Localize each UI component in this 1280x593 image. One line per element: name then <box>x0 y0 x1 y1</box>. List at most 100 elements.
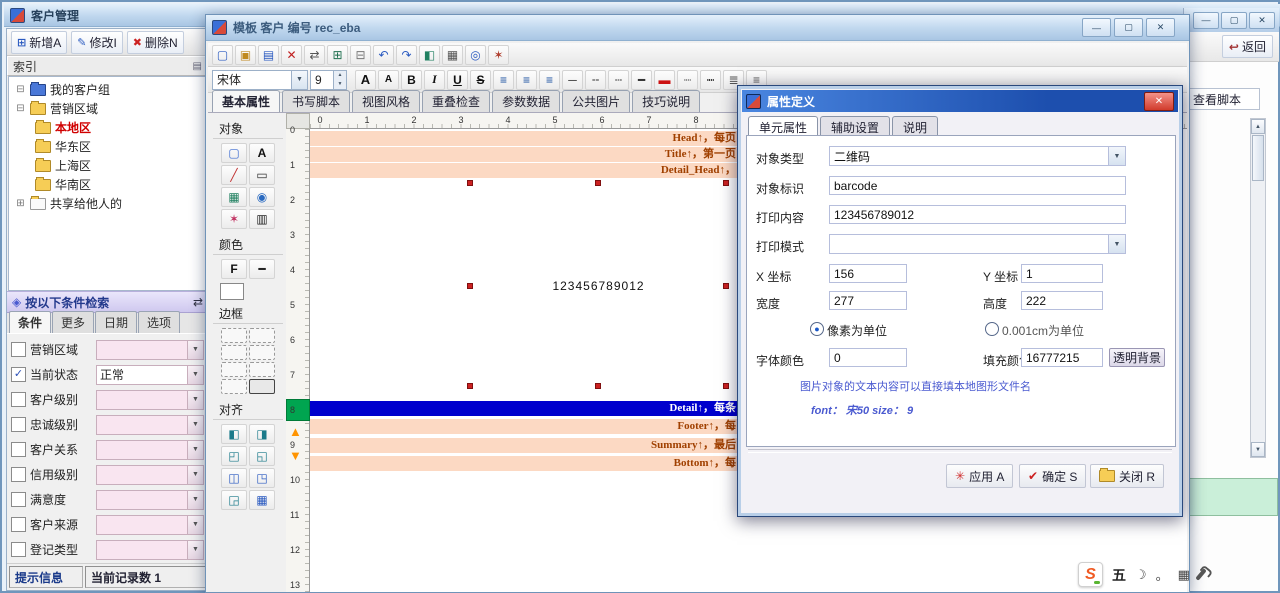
ime-toolbar[interactable]: S 五 ☽ 。 ▦ <box>1078 562 1203 587</box>
band-summary[interactable]: Summary↑，最后 <box>310 438 739 453</box>
tree-item-marketing-region[interactable]: ⊟ 营销区域 <box>9 99 206 118</box>
tab-tips[interactable]: 技巧说明 <box>632 90 700 112</box>
tab-parameter-data[interactable]: 参数数据 <box>492 90 560 112</box>
selection-handle[interactable] <box>723 180 729 186</box>
dialog-titlebar[interactable]: 属性定义 ✕ <box>742 90 1178 112</box>
preview-icon[interactable]: ◎ <box>465 45 486 65</box>
border-none-icon[interactable] <box>221 328 247 343</box>
filter-dropdown[interactable]: ▼ <box>96 515 204 535</box>
tab-write-script[interactable]: 书写脚本 <box>282 90 350 112</box>
border-top-icon[interactable] <box>249 328 275 343</box>
dropdown-arrow-icon[interactable]: ▼ <box>187 391 203 409</box>
line-color-icon[interactable]: ━ <box>249 259 275 279</box>
move-band-down-icon[interactable]: ▼ <box>289 449 302 462</box>
spin-down-icon[interactable]: ▼ <box>334 80 346 89</box>
moon-icon[interactable]: ☽ <box>1135 567 1147 583</box>
back-button[interactable]: ↩ 返回 <box>1222 35 1273 58</box>
tab-view-style[interactable]: 视图风格 <box>352 90 420 112</box>
filter-dropdown[interactable]: 正常▼ <box>96 365 204 385</box>
print-mode-select[interactable]: ▼ <box>829 234 1126 254</box>
font-shrink-icon[interactable]: A <box>378 70 399 90</box>
undo-icon[interactable]: ↶ <box>373 45 394 65</box>
dropdown-arrow-icon[interactable]: ▼ <box>1108 147 1125 165</box>
filter-dropdown[interactable]: ▼ <box>96 490 204 510</box>
expander-icon[interactable]: ⊞ <box>15 198 26 209</box>
x-coordinate-input[interactable]: 156 <box>829 264 907 283</box>
line-thick-icon[interactable]: ━ <box>631 70 652 90</box>
tab-overlap-check[interactable]: 重叠检查 <box>422 90 490 112</box>
index-grid-icon[interactable]: ▤ <box>193 61 202 72</box>
band-footer[interactable]: Footer↑，每 <box>310 419 739 434</box>
filter-checkbox[interactable] <box>11 442 26 457</box>
font-color-input[interactable]: 0 <box>829 348 907 367</box>
band-detail-head[interactable]: Detail_Head↑， <box>310 163 739 178</box>
scroll-up-icon[interactable]: ▲ <box>1251 119 1265 134</box>
transparent-background-button[interactable]: 透明背景 <box>1109 348 1165 367</box>
filter-dropdown[interactable]: ▼ <box>96 465 204 485</box>
dropdown-arrow-icon[interactable]: ▼ <box>187 491 203 509</box>
unit-pixel-radio[interactable]: ● <box>810 322 824 336</box>
font-family-select[interactable]: 宋体 ▼ <box>212 70 308 90</box>
tree-item-my-groups[interactable]: ⊟ 我的客户组 <box>9 80 206 99</box>
tree-item-east-region[interactable]: 华东区 <box>9 137 206 156</box>
rect-tool-icon[interactable]: ▭ <box>249 165 275 185</box>
dropdown-arrow-icon[interactable]: ▼ <box>187 416 203 434</box>
filter-checkbox[interactable] <box>11 542 26 557</box>
align-rights-icon[interactable]: ◨ <box>249 424 275 444</box>
border-inner-icon[interactable] <box>249 362 275 377</box>
close-button[interactable]: ✕ <box>1249 12 1275 29</box>
selection-handle[interactable] <box>467 383 473 389</box>
object-type-select[interactable]: 二维码 ▼ <box>829 146 1126 166</box>
border-bottom-icon[interactable] <box>221 362 247 377</box>
border-all-icon[interactable] <box>249 379 275 394</box>
height-input[interactable]: 222 <box>1021 291 1103 310</box>
align-center-v-icon[interactable]: ◳ <box>249 468 275 488</box>
close-icon[interactable]: ✕ <box>1144 92 1174 111</box>
delete-icon[interactable]: ✕ <box>281 45 302 65</box>
dropdown-arrow-icon[interactable]: ▼ <box>187 466 203 484</box>
filter-dropdown[interactable]: ▼ <box>96 415 204 435</box>
ruler-vertical[interactable]: ▲ ▼ 012345678910111213 <box>286 129 310 592</box>
selection-handle[interactable] <box>467 283 473 289</box>
dropdown-arrow-icon[interactable]: ▼ <box>1108 235 1125 253</box>
fill-color-input[interactable]: 16777215 <box>1021 348 1103 367</box>
add-object-icon[interactable]: ⊞ <box>327 45 348 65</box>
dropdown-arrow-icon[interactable]: ▼ <box>187 516 203 534</box>
filter-checkbox[interactable] <box>11 517 26 532</box>
modify-customer-button[interactable]: ✎ 修改I <box>71 31 123 54</box>
minimize-button[interactable]: — <box>1193 12 1219 29</box>
keyboard-icon[interactable]: ▦ <box>1178 567 1190 583</box>
save-icon[interactable]: ▤ <box>258 45 279 65</box>
line-dots2-icon[interactable]: ┈ <box>677 70 698 90</box>
sogou-logo[interactable]: S <box>1078 562 1103 587</box>
align-center-icon[interactable]: ≡ <box>516 70 537 90</box>
delete-customer-button[interactable]: ✖ 删除N <box>127 31 184 54</box>
border-outer-icon[interactable] <box>221 379 247 394</box>
globe-tool-icon[interactable]: ◉ <box>249 187 275 207</box>
search-condition-header[interactable]: ◈ 按以下条件检索 ⇄ <box>7 291 208 313</box>
table-tool-icon[interactable]: ▦ <box>221 187 247 207</box>
line-dash-icon[interactable]: ╌ <box>585 70 606 90</box>
same-size-icon[interactable]: ▦ <box>249 490 275 510</box>
filter-checkbox[interactable] <box>11 417 26 432</box>
ime-mode-indicator[interactable]: 五 <box>1112 565 1126 585</box>
maximize-button[interactable]: ▢ <box>1221 12 1247 29</box>
line-tool-icon[interactable]: ╱ <box>221 165 247 185</box>
filter-checkbox[interactable] <box>11 492 26 507</box>
align-left-icon[interactable]: ≡ <box>493 70 514 90</box>
align-tops-icon[interactable]: ◰ <box>221 446 247 466</box>
selection-handle[interactable] <box>467 180 473 186</box>
selection-handle[interactable] <box>723 283 729 289</box>
search-swap-icon[interactable]: ⇄ <box>193 295 203 309</box>
text-tool-icon[interactable]: A <box>249 143 275 163</box>
print-content-input[interactable]: 123456789012 <box>829 205 1126 224</box>
band-detail[interactable]: Detail↑，每条 <box>310 401 739 416</box>
tree-item-shared[interactable]: ⊞ 共享给他人的 <box>9 194 206 213</box>
border-left-icon[interactable] <box>221 345 247 360</box>
width-input[interactable]: 277 <box>829 291 907 310</box>
dropdown-arrow-icon[interactable]: ▼ <box>187 541 203 559</box>
filter-dropdown[interactable]: ▼ <box>96 540 204 560</box>
tools-icon[interactable]: ✶ <box>488 45 509 65</box>
same-width-icon[interactable]: ◲ <box>221 490 247 510</box>
scroll-thumb[interactable] <box>1252 135 1264 181</box>
